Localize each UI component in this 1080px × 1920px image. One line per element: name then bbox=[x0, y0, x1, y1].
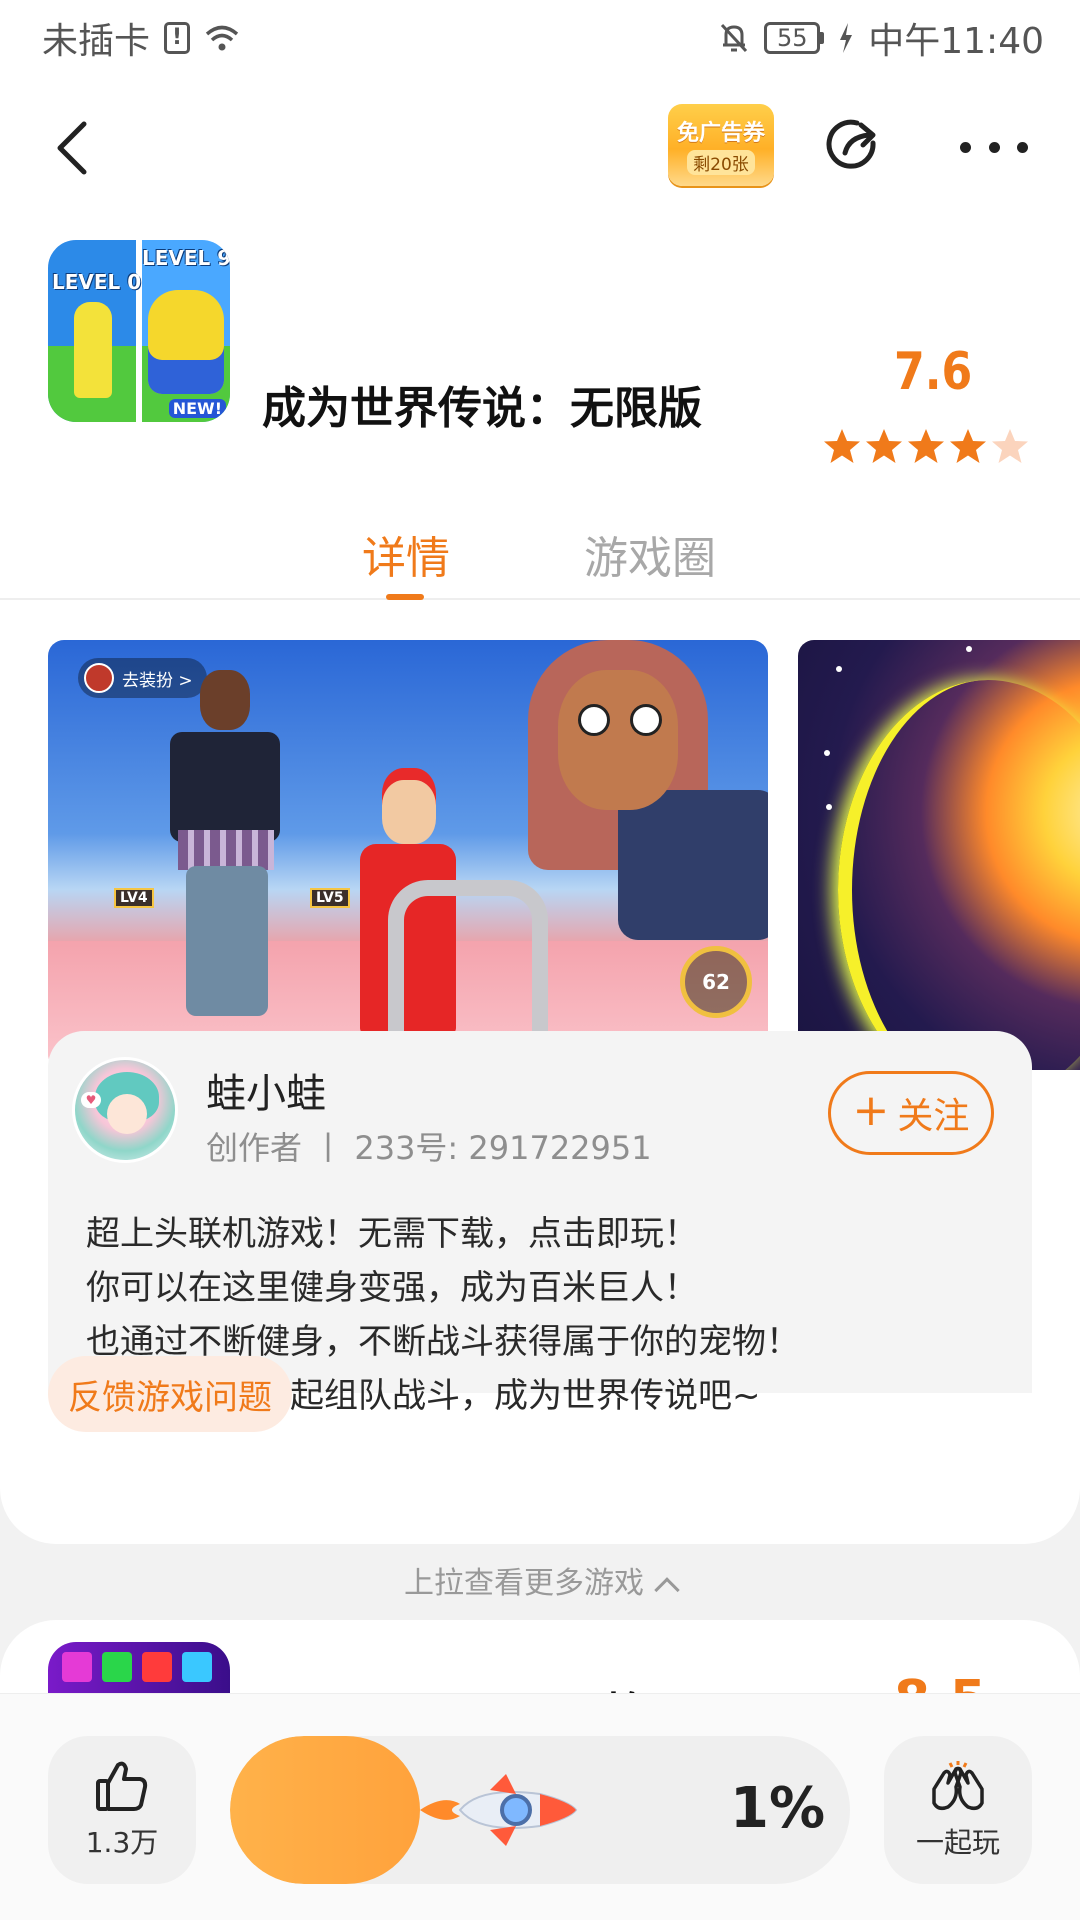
battery-level: 55 bbox=[764, 22, 821, 54]
description-line: 超上头联机游戏！无需下载，点击即玩！ bbox=[86, 1214, 698, 1254]
plus-icon: + bbox=[852, 1085, 890, 1136]
follow-button[interactable]: + 关注 bbox=[828, 1071, 994, 1155]
play-together-label: 一起玩 bbox=[915, 1826, 1000, 1859]
follow-label: 关注 bbox=[897, 1096, 970, 1137]
game-title: 成为世界传说：无限版 bbox=[262, 383, 702, 434]
share-icon bbox=[826, 119, 876, 169]
wifi-icon bbox=[205, 25, 239, 51]
play-progress-button[interactable]: 1% bbox=[230, 1736, 850, 1884]
screenshot-2[interactable] bbox=[798, 640, 1080, 1070]
game-score: 7.6 bbox=[894, 342, 973, 402]
pull-up-hint[interactable]: 上拉查看更多游戏 bbox=[0, 1558, 1080, 1603]
author-section: ♥ 蛙小蛙 创作者 丨 233号: 291722951 + 关注 超上头联机游戏… bbox=[48, 1031, 1032, 1416]
top-navigation: 免广告券 剩20张 bbox=[0, 76, 1080, 212]
mute-bell-icon bbox=[721, 23, 748, 53]
countdown-badge: 62 bbox=[680, 946, 752, 1018]
chevron-left-icon bbox=[57, 121, 87, 175]
battery-icon: 55 bbox=[764, 22, 825, 54]
weak-character bbox=[74, 302, 112, 398]
more-dot bbox=[1017, 141, 1028, 153]
star-rating bbox=[822, 426, 1030, 466]
rocket-icon bbox=[420, 1774, 578, 1846]
star-sparkle bbox=[824, 750, 830, 756]
screenshot-1[interactable]: 去装扮 > LV4 LV5 62 bbox=[48, 640, 768, 1070]
icon-level-left: LEVEL 0 bbox=[52, 270, 142, 294]
ad-free-coupon-badge[interactable]: 免广告券 剩20张 bbox=[668, 104, 774, 186]
level-tag: LV5 bbox=[310, 888, 350, 908]
icon-level-right: LEVEL 999 bbox=[142, 246, 230, 270]
status-bar: 未插卡 ! 55 中午11:40 bbox=[0, 0, 1080, 76]
level-tag: LV4 bbox=[114, 888, 154, 908]
progress-percentage: 1% bbox=[730, 1776, 826, 1841]
bottom-action-bar: 1.3万 1% 一起玩 bbox=[0, 1693, 1080, 1920]
ad-coupon-remaining: 剩20张 bbox=[687, 150, 755, 175]
hooded-character bbox=[518, 640, 768, 940]
high-five-icon bbox=[932, 1761, 984, 1811]
back-button[interactable] bbox=[44, 116, 100, 180]
star-icon bbox=[824, 429, 860, 463]
strong-character bbox=[148, 290, 224, 394]
star-icon bbox=[908, 429, 944, 463]
chevron-up-icon bbox=[654, 1577, 680, 1603]
no-sim-icon: ! bbox=[164, 22, 191, 54]
star-sparkle bbox=[966, 646, 972, 652]
icon-new-badge: NEW! bbox=[168, 399, 226, 418]
thumbs-up-icon bbox=[96, 1761, 148, 1811]
tab-bar: 详情 游戏圈 bbox=[0, 506, 1080, 600]
game-icon: LEVEL 0 LEVEL 999 NEW! bbox=[48, 240, 230, 422]
carrier-label: 未插卡 bbox=[42, 21, 151, 62]
tab-game-circle[interactable]: 游戏圈 bbox=[584, 522, 716, 586]
star-icon bbox=[950, 429, 986, 463]
like-count: 1.3万 bbox=[85, 1826, 159, 1859]
author-meta: 创作者 丨 233号: 291722951 bbox=[206, 1129, 652, 1167]
more-options-button[interactable] bbox=[960, 130, 1028, 164]
star-sparkle bbox=[826, 804, 832, 810]
share-button[interactable] bbox=[818, 110, 888, 180]
play-together-button[interactable]: 一起玩 bbox=[884, 1736, 1032, 1884]
avatar bbox=[84, 663, 114, 693]
author-name[interactable]: 蛙小蛙 bbox=[206, 1061, 326, 1119]
more-dot bbox=[988, 141, 1000, 153]
ad-coupon-title: 免广告券 bbox=[676, 121, 765, 146]
author-avatar[interactable]: ♥ bbox=[72, 1057, 178, 1163]
progress-fill bbox=[230, 1736, 420, 1884]
star-icon bbox=[866, 429, 902, 463]
tab-details[interactable]: 详情 bbox=[362, 522, 450, 586]
more-dot bbox=[960, 141, 971, 153]
description-line: 你可以在这里健身变强，成为百米巨人！ bbox=[86, 1268, 698, 1308]
clock: 中午11:40 bbox=[868, 21, 1044, 62]
feedback-button[interactable]: 反馈游戏问题 bbox=[48, 1356, 292, 1432]
girl-character bbox=[158, 670, 288, 1030]
star-icon bbox=[992, 429, 1028, 463]
pull-up-label: 上拉查看更多游戏 bbox=[404, 1566, 644, 1601]
game-detail-card: 免广告券 剩20张 LEVEL 0 LEVEL 999 NEW! 成为世界传说：… bbox=[0, 76, 1080, 1544]
charging-icon bbox=[840, 23, 853, 53]
glowing-arc bbox=[838, 680, 1080, 1070]
star-sparkle bbox=[836, 666, 842, 672]
tab-indicator bbox=[386, 594, 424, 600]
heart-icon: ♥ bbox=[81, 1092, 101, 1108]
like-button[interactable]: 1.3万 bbox=[48, 1736, 196, 1884]
